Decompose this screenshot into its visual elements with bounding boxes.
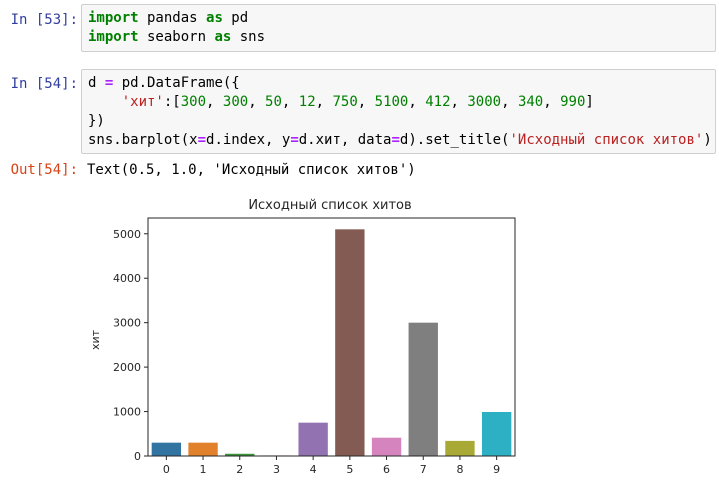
code-token: =: [391, 132, 400, 148]
code-token: sns: [231, 29, 266, 45]
code-token: as: [206, 10, 223, 26]
bar: [371, 437, 402, 456]
code-token: d: [88, 75, 105, 91]
bar: [408, 322, 438, 456]
code-line: import pandas as pd: [88, 9, 709, 28]
code-token: ,: [206, 94, 223, 110]
code-token: ,: [501, 94, 518, 110]
code-token: 12: [298, 94, 316, 110]
code-line: sns.barplot(x=d.index, y=d.хит, data=d).…: [88, 131, 712, 150]
y-tick-label: 5000: [113, 228, 141, 241]
plot-frame: [147, 217, 516, 457]
y-tick-label: 0: [134, 450, 141, 463]
code-token: :[: [163, 94, 181, 110]
code-token: 750: [332, 94, 358, 110]
code-token: 5100: [374, 94, 409, 110]
bar: [188, 442, 218, 456]
code-token: 3000: [467, 94, 502, 110]
code-token: 300: [222, 94, 249, 110]
code-token: import: [88, 29, 139, 45]
code-token: }): [88, 113, 105, 129]
code-token: 50: [265, 94, 282, 110]
input-prompt-54: In [54]:: [10, 76, 78, 92]
code-token: import: [88, 10, 139, 26]
code-token: ,: [357, 94, 375, 110]
plot-area: 0 1 2 3 4 5 6 7 8 9 0 1000 2000 3000 4000 5000: [113, 217, 516, 476]
code-token: ,: [450, 94, 468, 110]
x-tick-label: 7: [420, 463, 427, 476]
x-tick-label: 0: [163, 463, 170, 476]
code-token: ,: [408, 94, 426, 110]
chart-title: Исходный список хитов: [248, 198, 411, 213]
bar: [151, 442, 182, 456]
code-line: }): [88, 112, 709, 131]
code-token: pd: [222, 10, 249, 26]
code-token: as: [214, 29, 232, 45]
code-token: 412: [425, 94, 451, 110]
y-tick-label: 2000: [113, 361, 141, 374]
bar: [298, 422, 328, 456]
code-token: pandas: [138, 10, 207, 26]
code-token: =: [197, 132, 207, 148]
code-token: pd.DataFrame({: [113, 75, 240, 91]
y-tick-label: 4000: [113, 272, 141, 285]
code-token: 340: [517, 94, 544, 110]
code-token: ): [703, 132, 712, 148]
code-token: 300: [180, 94, 207, 110]
code-token: 'хит': [121, 94, 164, 110]
code-line: d = pd.DataFrame({: [88, 74, 709, 93]
x-tick-label: 2: [236, 463, 243, 476]
code-token: sns.barplot(x: [88, 132, 198, 148]
code-token: d).set_title(: [399, 132, 510, 148]
code-token: ,: [248, 94, 266, 110]
bar: [481, 412, 512, 456]
x-tick-label: 4: [310, 463, 317, 476]
bar: [445, 440, 475, 456]
x-tick-label: 8: [456, 463, 463, 476]
code-token: seaborn: [138, 29, 215, 45]
y-tick-label: 3000: [113, 317, 141, 330]
code-cell-54[interactable]: d = pd.DataFrame({ 'хит':[300, 300, 50, …: [81, 69, 716, 154]
y-axis-label: хит: [89, 329, 102, 350]
input-prompt-53: In [53]:: [10, 12, 78, 28]
code-token: ,: [543, 94, 561, 110]
code-token: 990: [560, 94, 586, 110]
code-token: 'Исходный список хитов': [509, 132, 704, 148]
x-tick-label: 3: [273, 463, 280, 476]
output-prompt-54: Out[54]:: [10, 162, 78, 178]
x-tick-label: 9: [493, 463, 500, 476]
y-tick-label: 1000: [113, 406, 141, 419]
x-tick-label: 1: [200, 463, 207, 476]
code-token: ]: [585, 94, 594, 110]
x-tick-label: 6: [383, 463, 390, 476]
bar-chart: Исходный список хитов хит 0 1 2 3 4 5 6 7 8 9 0 100…: [89, 198, 516, 476]
code-token: d.хит, data: [298, 132, 392, 148]
code-token: ,: [281, 94, 299, 110]
code-line: import seaborn as sns: [88, 28, 709, 47]
bar: [335, 229, 365, 456]
code-cell-53[interactable]: import pandas as pd import seaborn as sn…: [81, 4, 716, 52]
code-token: d.index, y: [206, 132, 291, 148]
code-token: ,: [315, 94, 333, 110]
output-text: Text(0.5, 1.0, 'Исходный список хитов'): [87, 162, 416, 178]
code-line: 'хит':[300, 300, 50, 12, 750, 5100, 412,…: [88, 93, 709, 112]
x-tick-label: 5: [346, 463, 353, 476]
code-token: =: [290, 132, 299, 148]
